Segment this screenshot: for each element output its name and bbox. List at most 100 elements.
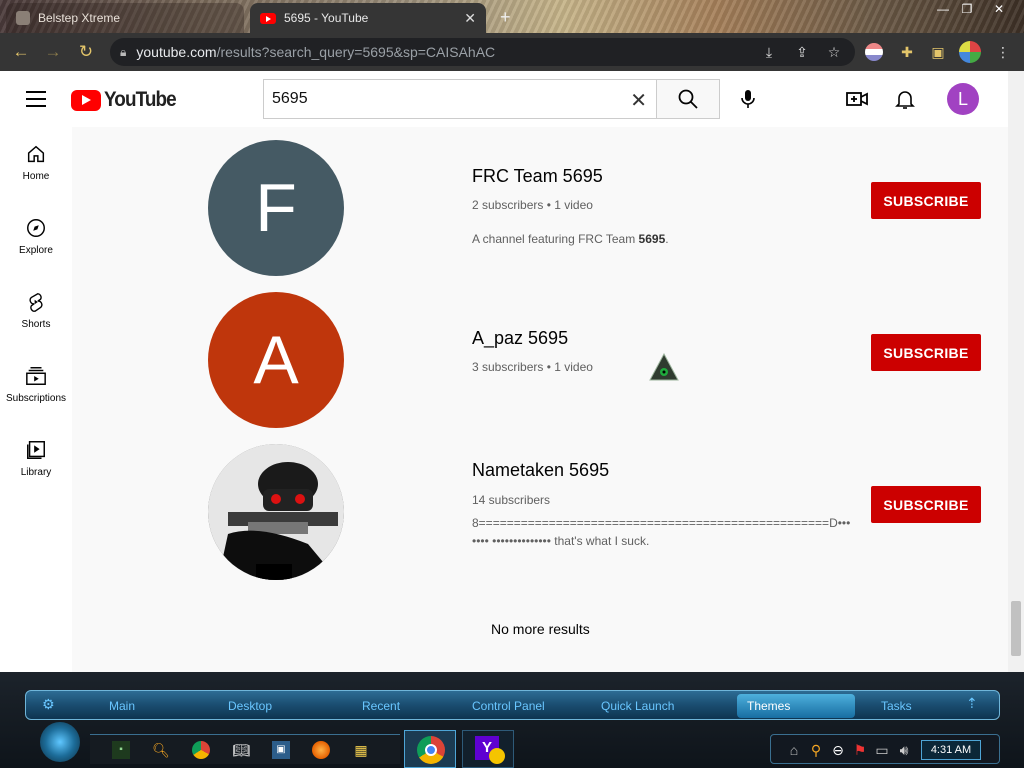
forward-arrow-icon[interactable]: → <box>42 41 64 63</box>
chrome-menu-icon[interactable]: ⋮ <box>994 43 1012 61</box>
hamburger-menu-icon[interactable] <box>26 91 46 107</box>
channel-result[interactable]: A A_paz 5695 3 subscribers • 1 video SUB… <box>72 291 1008 431</box>
channel-result[interactable]: Nametaken 5695 14 subscribers 8=========… <box>72 443 1008 583</box>
clear-search-icon[interactable]: ✕ <box>630 88 647 113</box>
chrome-icon[interactable] <box>192 741 210 759</box>
minimize-icon[interactable]: — <box>932 0 954 18</box>
channel-name[interactable]: FRC Team 5695 <box>472 166 603 187</box>
extensions-puzzle-icon[interactable]: ✚ <box>898 43 916 61</box>
channel-meta: 3 subscribers • 1 video <box>472 360 593 374</box>
bookmark-star-icon[interactable]: ☆ <box>825 43 843 61</box>
launcher-link-control-panel[interactable]: Control Panel <box>472 699 545 713</box>
terminal-icon[interactable]: ▪ <box>112 741 130 759</box>
channel-description: 8=======================================… <box>472 516 851 548</box>
taskbar-app-chrome[interactable] <box>404 730 456 768</box>
notifications-bell-icon[interactable] <box>893 87 917 111</box>
launcher-link-themes[interactable]: Themes <box>747 699 790 713</box>
tab-title: Belstep Xtreme <box>38 11 121 25</box>
extension-flag-icon[interactable] <box>865 43 883 61</box>
subscribe-button[interactable]: SUBSCRIBE <box>871 182 981 219</box>
compass-icon <box>27 219 45 237</box>
channel-avatar[interactable]: F <box>208 140 344 276</box>
account-avatar[interactable]: L <box>947 83 979 115</box>
up-arrow-icon[interactable]: ⇡ <box>966 695 978 712</box>
launcher-link-quick-launch[interactable]: Quick Launch <box>601 699 674 713</box>
network-icon[interactable]: ⌂ <box>785 741 803 759</box>
sidebar-item-library[interactable]: Library <box>0 425 72 495</box>
subscriptions-icon <box>26 367 46 385</box>
share-icon[interactable]: ⇪ <box>793 43 811 61</box>
gear-icon[interactable]: ⚙ <box>42 696 55 713</box>
sidebar-item-home[interactable]: Home <box>0 129 72 199</box>
restore-icon[interactable]: ❐ <box>956 0 978 18</box>
monitor-icon[interactable]: ▭ <box>873 741 891 759</box>
launcher-link-recent[interactable]: Recent <box>362 699 400 713</box>
search-results: F FRC Team 5695 2 subscribers • 1 video … <box>72 127 1008 672</box>
search-button[interactable] <box>656 79 720 119</box>
create-video-icon[interactable] <box>845 87 869 111</box>
channel-result[interactable]: F FRC Team 5695 2 subscribers • 1 video … <box>72 139 1008 279</box>
reload-icon[interactable]: ↻ <box>75 41 97 63</box>
cursor-pointer-icon <box>649 352 679 386</box>
sidebar-item-label: Library <box>20 467 52 478</box>
youtube-logo[interactable]: YouTube <box>71 88 184 112</box>
url-path: /results?search_query=5695&sp=CAISAhAC <box>216 44 496 60</box>
side-panel-icon[interactable]: ▣ <box>929 43 947 61</box>
security-flag-icon[interactable]: ⚑ <box>851 741 869 759</box>
shorts-icon <box>29 293 43 312</box>
subscribe-button[interactable]: SUBSCRIBE <box>871 334 981 371</box>
close-tab-icon[interactable]: ✕ <box>464 10 476 27</box>
home-icon <box>27 145 45 163</box>
channel-name[interactable]: Nametaken 5695 <box>472 460 609 481</box>
volume-icon[interactable]: 🔊︎ <box>895 741 913 759</box>
search-icon <box>678 89 698 109</box>
sidebar-item-explore[interactable]: Explore <box>0 203 72 273</box>
channel-meta: 2 subscribers • 1 video <box>472 198 593 212</box>
launcher-link-desktop[interactable]: Desktop <box>228 699 272 713</box>
tab-belstep[interactable]: Belstep Xtreme <box>6 3 244 33</box>
sidebar-item-label: Home <box>22 171 50 182</box>
sidebar-item-subscriptions[interactable]: Subscriptions <box>0 351 72 421</box>
sidebar-item-shorts[interactable]: Shorts <box>0 277 72 347</box>
taskbar: ⚙ Main Desktop Recent Control Panel Quic… <box>0 672 1024 768</box>
channel-meta: 14 subscribers <box>472 493 551 507</box>
microphone-icon <box>741 90 755 108</box>
start-orb-icon[interactable] <box>40 722 80 762</box>
window-icon[interactable]: ▣ <box>272 741 290 759</box>
book-icon[interactable]: 📖︎ <box>232 741 250 759</box>
channel-name[interactable]: A_paz 5695 <box>472 328 568 349</box>
address-bar[interactable]: 🔒︎ youtube.com/results?search_query=5695… <box>110 38 855 66</box>
taskbar-clock[interactable]: 4:31 AM <box>921 740 981 760</box>
back-arrow-icon[interactable]: ← <box>10 41 32 63</box>
tab-youtube[interactable]: 5695 - YouTube ✕ <box>250 3 486 33</box>
chrome-profile-avatar[interactable] <box>959 41 981 63</box>
subscribe-button[interactable]: SUBSCRIBE <box>871 486 981 523</box>
install-icon[interactable]: ⤓ <box>760 43 778 61</box>
folder-icon[interactable]: ▦ <box>352 741 370 759</box>
page-scrollbar[interactable] <box>1008 71 1024 672</box>
channel-avatar-photo[interactable] <box>208 444 344 580</box>
chrome-center-icon <box>425 744 437 756</box>
scrollbar-thumb[interactable] <box>1011 601 1021 656</box>
search-magnifier-icon[interactable]: 🔍︎ <box>152 741 170 759</box>
lock-icon: 🔒︎ <box>120 44 127 59</box>
youtube-sidebar: Home Explore Shorts Subscriptions Librar… <box>0 127 72 672</box>
soldier-avatar-image <box>208 444 344 580</box>
tab-title: 5695 - YouTube <box>284 11 369 25</box>
no-more-results: No more results <box>491 621 590 637</box>
magnifier-tray-icon[interactable]: ⚲ <box>807 741 825 759</box>
launcher-bar: ⚙ Main Desktop Recent Control Panel Quic… <box>25 690 1000 720</box>
launcher-link-tasks[interactable]: Tasks <box>881 699 912 713</box>
taskbar-app-yahoo[interactable]: Y <box>462 730 514 768</box>
channel-avatar[interactable]: A <box>208 292 344 428</box>
voice-search-button[interactable] <box>730 81 766 117</box>
launcher-link-main[interactable]: Main <box>109 699 135 713</box>
window-close-icon[interactable]: ✕ <box>988 0 1010 18</box>
minus-circle-icon[interactable]: ⊖ <box>829 741 847 759</box>
search-input[interactable] <box>272 90 612 108</box>
sidebar-item-label: Explore <box>19 245 53 256</box>
firefox-icon[interactable] <box>312 741 330 759</box>
smiley-icon <box>489 748 505 764</box>
library-icon <box>27 441 45 459</box>
new-tab-icon[interactable]: + <box>500 7 511 28</box>
